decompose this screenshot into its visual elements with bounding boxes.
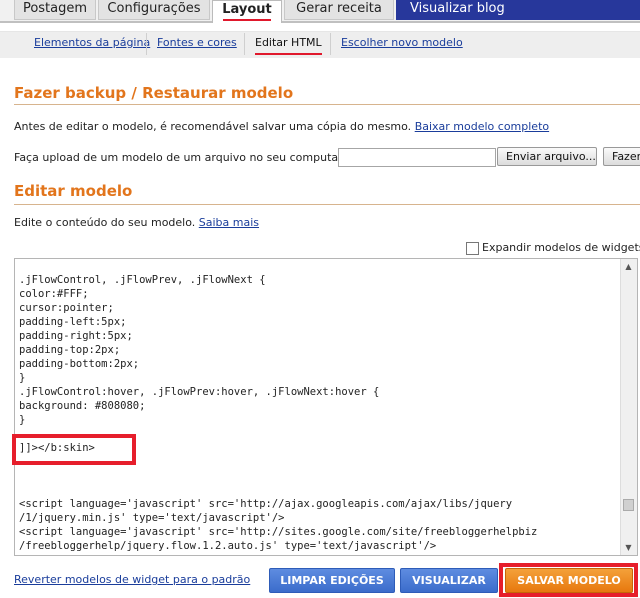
code-line: color:#FFF; <box>19 288 89 300</box>
edit-heading: Editar modelo <box>14 182 133 200</box>
scroll-thumb[interactable] <box>623 499 634 511</box>
download-template-link[interactable]: Baixar modelo completo <box>415 120 549 133</box>
subtab-editar-html-label: Editar HTML <box>255 36 322 49</box>
save-button-highlight <box>499 563 638 597</box>
code-line: /1/jquery.min.js' type='text/javascript'… <box>19 512 285 524</box>
backup-divider <box>14 104 640 105</box>
upload-label: Faça upload de um modelo de um arquivo n… <box>14 151 360 164</box>
upload-button[interactable]: Fazer upload <box>603 147 640 166</box>
backup-description-text: Antes de editar o modelo, é recomendável… <box>14 120 412 133</box>
code-line: .jFlowControl, .jFlowPrev, .jFlowNext { <box>19 274 266 286</box>
backup-description: Antes de editar o modelo, é recomendável… <box>14 120 549 133</box>
preview-button[interactable]: VISUALIZAR <box>400 568 498 593</box>
code-line: <script language='javascript' src='http:… <box>19 526 538 538</box>
code-line: /freebloggerhelp/jquery.flow.1.2.auto.js… <box>19 540 437 552</box>
tab-postagem[interactable]: Postagem <box>14 0 96 20</box>
skin-tag-highlight <box>12 434 136 465</box>
code-line: background: #808080; <box>19 400 146 412</box>
expand-widgets-checkbox[interactable] <box>466 242 479 255</box>
code-line: padding-right:5px; <box>19 330 133 342</box>
expand-widgets-label: Expandir modelos de widgets <box>482 241 640 254</box>
edit-description-text: Edite o conteúdo do seu modelo. <box>14 216 196 229</box>
code-content: .jFlowControl, .jFlowPrev, .jFlowNext { c… <box>19 273 537 553</box>
subtab-fontes-cores[interactable]: Fontes e cores <box>146 33 237 55</box>
edit-divider <box>14 204 640 205</box>
code-line: .jFlowControl:hover, .jFlowPrev:hover, .… <box>19 386 380 398</box>
backup-heading: Fazer backup / Restaurar modelo <box>14 84 294 102</box>
scroll-down-icon[interactable]: ▼ <box>623 542 634 553</box>
clear-edits-button[interactable]: LIMPAR EDIÇÕES <box>269 568 395 593</box>
tab-layout[interactable]: Layout <box>212 0 282 23</box>
top-nav-bar: Postagem Configurações Layout Gerar rece… <box>0 0 640 23</box>
active-tab-underline <box>223 19 271 21</box>
editor-scrollbar[interactable]: ▲ ▼ <box>620 259 637 555</box>
revert-widgets-link[interactable]: Reverter modelos de widget para o padrão <box>14 573 250 586</box>
active-subtab-underline <box>255 53 322 55</box>
code-line: padding-left:5px; <box>19 316 127 328</box>
code-line: padding-bottom:2px; <box>19 358 140 370</box>
tab-gerar-receita[interactable]: Gerar receita <box>284 0 394 20</box>
code-line: padding-top:2px; <box>19 344 121 356</box>
scroll-up-icon[interactable]: ▲ <box>623 261 634 272</box>
file-path-input[interactable] <box>338 148 496 167</box>
tab-layout-label: Layout <box>222 2 272 17</box>
edit-description: Edite o conteúdo do seu modelo. Saiba ma… <box>14 216 259 229</box>
learn-more-link[interactable]: Saiba mais <box>199 216 259 229</box>
subtab-elementos[interactable]: Elementos da página <box>34 33 150 55</box>
subtab-editar-html[interactable]: Editar HTML <box>244 33 322 55</box>
sub-nav-bar: Elementos da página Fontes e cores Edita… <box>0 23 640 58</box>
code-line: cursor:pointer; <box>19 302 114 314</box>
code-line: <script language='javascript' src='http:… <box>19 498 513 510</box>
browse-file-button[interactable]: Enviar arquivo... <box>497 147 597 166</box>
template-code-editor[interactable]: .jFlowControl, .jFlowPrev, .jFlowNext { c… <box>14 258 638 556</box>
tab-visualizar-blog[interactable]: Visualizar blog <box>396 0 640 20</box>
code-line: } <box>19 414 26 426</box>
code-line: } <box>19 372 26 384</box>
subtab-escolher-modelo[interactable]: Escolher novo modelo <box>330 33 463 55</box>
tab-configuracoes[interactable]: Configurações <box>98 0 210 20</box>
